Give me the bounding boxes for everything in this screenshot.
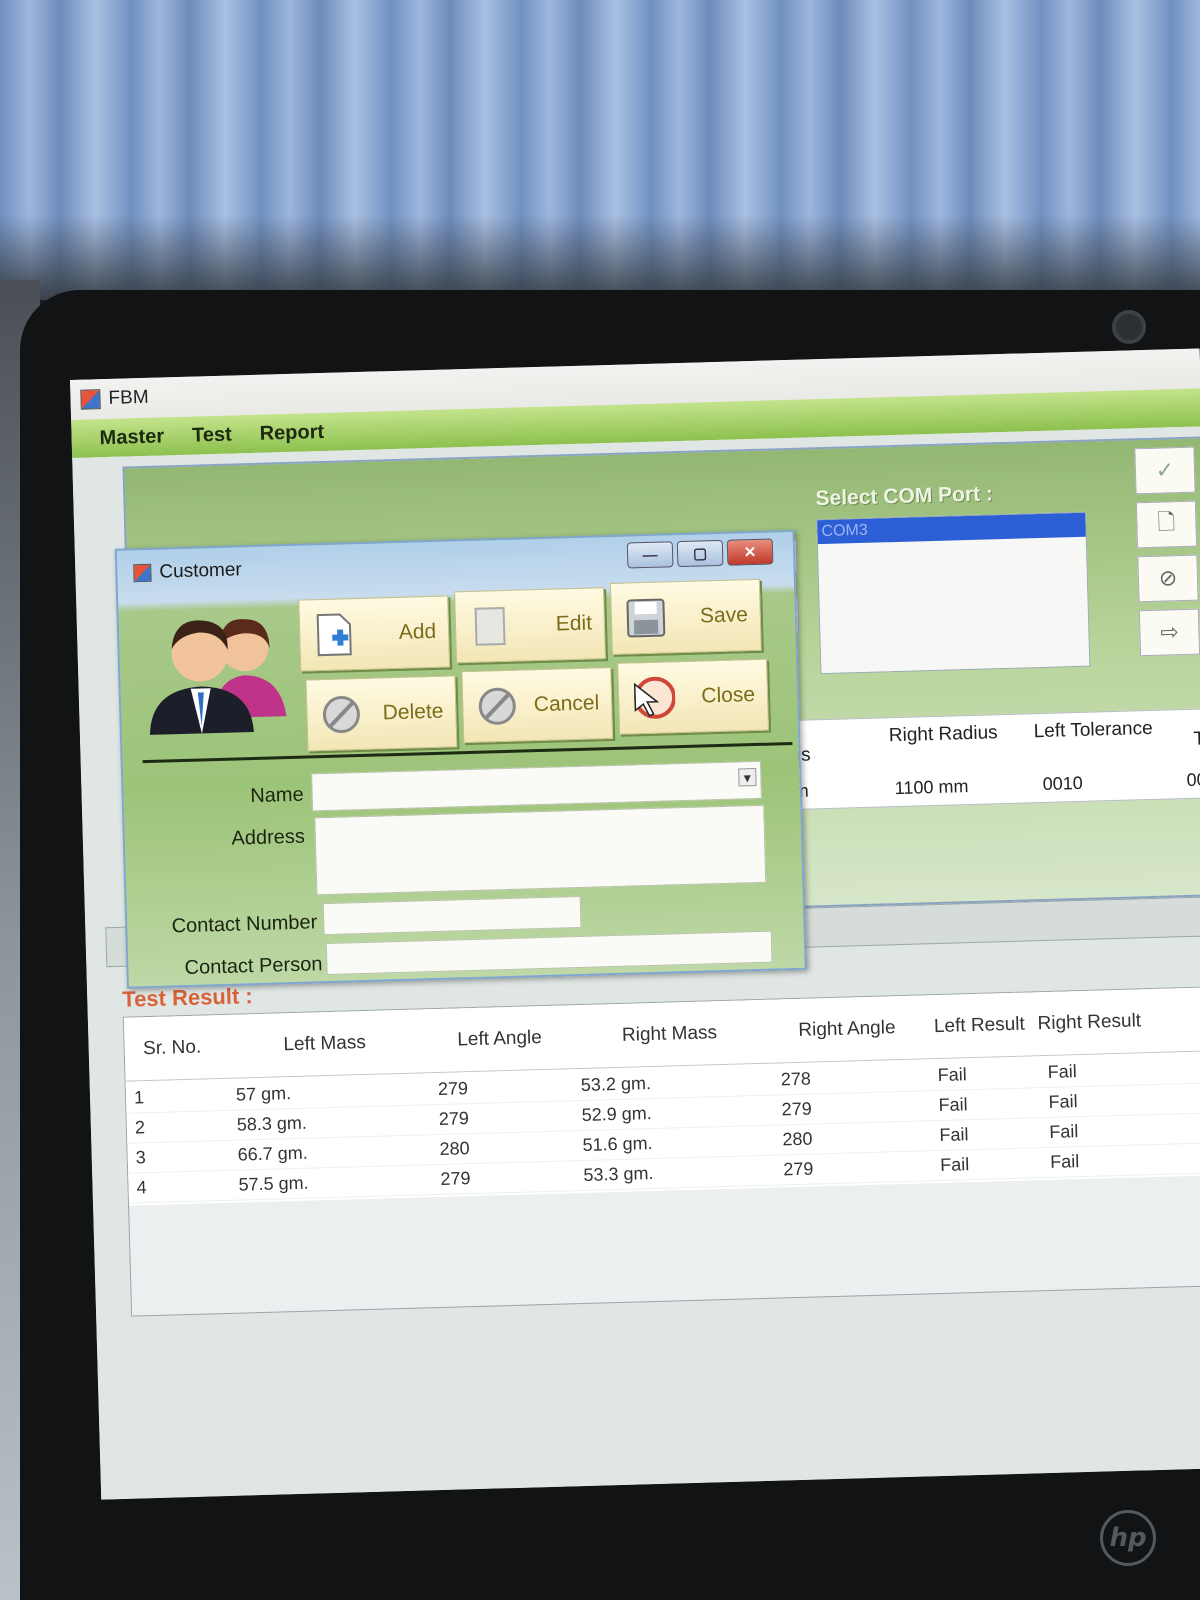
maximize-button[interactable]: ▢ bbox=[676, 539, 724, 568]
cell-left-result: Fail bbox=[939, 1154, 970, 1176]
menu-master[interactable]: Master bbox=[99, 425, 164, 450]
cell-left-angle: 279 bbox=[440, 1168, 471, 1189]
cell-left-mass: 66.7 gm. bbox=[237, 1142, 308, 1165]
cell-right-angle: 280 bbox=[782, 1128, 813, 1150]
cell-right-mass: 53.3 gm. bbox=[583, 1163, 654, 1185]
contact-number-field[interactable] bbox=[322, 895, 582, 936]
param-header-right-tolerance: To bbox=[1193, 728, 1200, 750]
contact-person-label: Contact Person bbox=[184, 953, 323, 980]
cell-left-mass: 57.5 gm. bbox=[238, 1172, 309, 1195]
col-left-angle[interactable]: Left Angle bbox=[429, 1005, 571, 1073]
customer-window-icon bbox=[133, 563, 152, 583]
floppy-disk-icon bbox=[623, 595, 668, 640]
contact-number-label: Contact Number bbox=[171, 911, 318, 938]
cell-left-mass: 58.3 gm. bbox=[236, 1112, 308, 1135]
com-port-item-selected[interactable]: COM3 bbox=[817, 512, 1086, 545]
delete-button[interactable]: Delete bbox=[305, 675, 458, 752]
cell-right-mass: 52.9 gm. bbox=[581, 1103, 653, 1125]
edit-button[interactable]: Edit bbox=[454, 587, 607, 664]
screen: FBM Master Test Report Select COM Port :… bbox=[70, 348, 1200, 1500]
divider bbox=[142, 741, 793, 764]
cell-left-result: Fail bbox=[938, 1094, 968, 1116]
com-port-list[interactable]: COM3 bbox=[816, 511, 1091, 675]
add-label: Add bbox=[398, 619, 437, 644]
app-title: FBM bbox=[108, 386, 149, 409]
col-right-angle[interactable]: Right Angle bbox=[769, 995, 926, 1063]
cancel-button[interactable]: Cancel bbox=[461, 667, 614, 744]
param-value-right-tolerance: 001 bbox=[1186, 769, 1200, 790]
cell-right-result: Fail bbox=[1047, 1061, 1077, 1082]
test-result-grid[interactable]: Sr. No. Left Mass Left Angle Right Mass … bbox=[122, 986, 1200, 1317]
contact-person-field[interactable] bbox=[325, 930, 773, 976]
edit-label: Edit bbox=[555, 611, 593, 636]
param-value-left-tolerance: 0010 bbox=[1042, 772, 1083, 794]
com-port-label: Select COM Port : bbox=[815, 482, 994, 511]
add-icon bbox=[312, 612, 357, 657]
add-doc-icon[interactable]: 🗋 bbox=[1135, 500, 1198, 549]
minimize-button[interactable]: — bbox=[626, 541, 674, 569]
col-sr-no[interactable]: Sr. No. bbox=[124, 1015, 221, 1082]
customer-avatar-icon bbox=[149, 619, 287, 735]
webcam-icon bbox=[1112, 310, 1146, 344]
cell-right-angle: 279 bbox=[781, 1098, 812, 1120]
cell-right-mass: 51.6 gm. bbox=[582, 1133, 653, 1155]
cell-right-result: Fail bbox=[1049, 1151, 1080, 1172]
cell-right-mass: 53.2 gm. bbox=[580, 1073, 652, 1096]
export-icon[interactable]: ⇨ bbox=[1138, 608, 1200, 657]
customer-window-title: Customer bbox=[159, 559, 243, 583]
chevron-down-icon[interactable]: ▼ bbox=[738, 767, 757, 787]
parameter-table: eft dius Right Radius Left Tolerance To … bbox=[771, 707, 1200, 811]
close-label: Close bbox=[701, 682, 756, 708]
customer-window: Customer — ▢ ✕ Add Edit Save Delete Canc… bbox=[114, 529, 807, 989]
save-button[interactable]: Save bbox=[609, 578, 762, 655]
cell-sr: 4 bbox=[136, 1177, 147, 1198]
delete-label: Delete bbox=[382, 699, 444, 725]
name-label: Name bbox=[250, 783, 304, 808]
hp-logo-icon: hp bbox=[1100, 1510, 1156, 1566]
cell-right-result: Fail bbox=[1049, 1121, 1079, 1142]
cancel-icon bbox=[475, 684, 520, 729]
col-right-result[interactable]: Right Result bbox=[1033, 989, 1145, 1056]
save-label: Save bbox=[699, 603, 749, 628]
delete-icon bbox=[319, 692, 364, 737]
cell-sr: 1 bbox=[133, 1087, 145, 1108]
name-dropdown[interactable]: ▼ bbox=[311, 760, 762, 812]
app-icon bbox=[80, 389, 101, 410]
cancel-label: Cancel bbox=[533, 691, 600, 717]
menu-report[interactable]: Report bbox=[259, 420, 324, 445]
col-left-mass[interactable]: Left Mass bbox=[219, 1009, 431, 1079]
address-label: Address bbox=[231, 825, 306, 850]
close-window-button[interactable]: ✕ bbox=[726, 538, 774, 566]
cell-left-result: Fail bbox=[937, 1064, 968, 1086]
col-left-result[interactable]: Left Result bbox=[924, 992, 1036, 1059]
cell-right-angle: 279 bbox=[783, 1158, 814, 1180]
menu-test[interactable]: Test bbox=[192, 423, 232, 447]
close-icon bbox=[630, 675, 676, 720]
col-right-mass[interactable]: Right Mass bbox=[569, 1000, 771, 1070]
cell-sr: 2 bbox=[134, 1117, 146, 1138]
cell-left-angle: 279 bbox=[437, 1078, 469, 1099]
customer-titlebar: Customer bbox=[133, 559, 242, 584]
edit-icon bbox=[467, 604, 512, 649]
close-button[interactable]: Close bbox=[617, 658, 770, 735]
cell-left-angle: 280 bbox=[439, 1138, 470, 1159]
cell-left-result: Fail bbox=[939, 1124, 969, 1146]
param-value-right-radius: 1100 mm bbox=[894, 776, 969, 799]
cell-sr: 3 bbox=[135, 1147, 147, 1168]
check-icon[interactable]: ✓ bbox=[1134, 446, 1196, 495]
cell-left-angle: 279 bbox=[438, 1108, 470, 1129]
cancel-icon[interactable]: ⊘ bbox=[1137, 554, 1199, 603]
curtain-shadow bbox=[0, 215, 1200, 300]
mdi-workspace: Select COM Port : COM3 ✓ 🗋 ⊘ ⇨ eft dius … bbox=[72, 426, 1200, 1500]
address-field[interactable] bbox=[314, 804, 767, 896]
cell-left-mass: 57 gm. bbox=[235, 1083, 292, 1105]
add-button[interactable]: Add bbox=[298, 595, 451, 672]
param-header-right-radius: Right Radius bbox=[888, 722, 998, 747]
cell-right-angle: 278 bbox=[780, 1068, 812, 1090]
cell-right-result: Fail bbox=[1048, 1091, 1078, 1112]
param-header-left-tolerance: Left Tolerance bbox=[1033, 717, 1153, 743]
